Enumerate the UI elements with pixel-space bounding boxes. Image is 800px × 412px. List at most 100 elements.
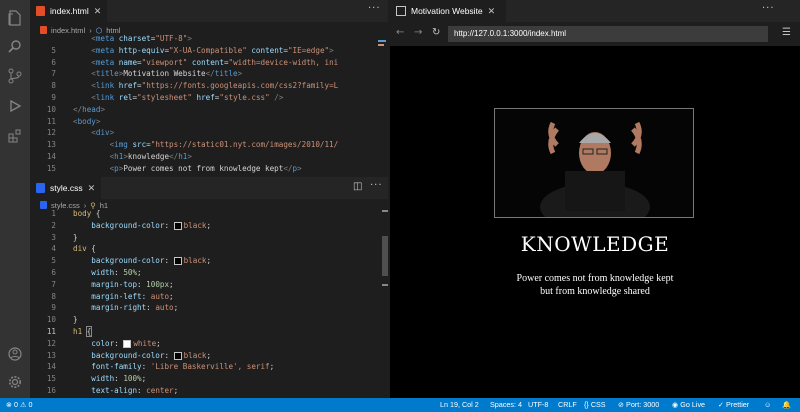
line-content[interactable]: width: 100%; <box>73 373 146 385</box>
css-code-view[interactable]: 1 body {2 background-color: black; 3} 4 div … <box>30 208 378 398</box>
more-actions-icon[interactable]: ··· <box>370 180 383 191</box>
go-live-button[interactable]: ◉ Go Live <box>672 398 705 412</box>
html-code-view[interactable]: <meta charset="UTF-8"> 5 <meta http-equiv… <box>30 33 378 176</box>
account-icon[interactable] <box>5 344 25 364</box>
line-number: 2 <box>51 220 56 230</box>
line-content[interactable]: margin-top: 100px; <box>73 279 173 291</box>
code-line[interactable]: 16 text-align: center; <box>30 385 378 397</box>
warning-icon: ⚠ <box>20 400 27 409</box>
code-line[interactable]: <meta charset="UTF-8"> <box>30 33 378 45</box>
line-content[interactable]: margin-right: auto; <box>73 302 178 314</box>
minimap[interactable] <box>378 36 388 56</box>
line-content[interactable]: <h1>knowledge</h1> <box>73 151 192 163</box>
close-icon[interactable]: ✕ <box>488 6 496 17</box>
line-content[interactable]: <img src="https://static01.nyt.com/image… <box>73 139 339 151</box>
code-line[interactable]: 10 </head> <box>30 104 378 116</box>
code-line[interactable]: 7 margin-top: 100px; <box>30 279 378 291</box>
more-actions-icon[interactable]: ··· <box>762 3 775 14</box>
go-live-label: Go Live <box>680 400 706 409</box>
code-line[interactable]: 9 <link rel="stylesheet" href="style.css… <box>30 92 378 104</box>
source-control-icon[interactable] <box>5 66 25 86</box>
language-mode[interactable]: {} CSS <box>584 398 606 412</box>
line-content[interactable]: } <box>73 232 78 244</box>
line-content[interactable]: div { <box>73 243 96 255</box>
search-icon[interactable] <box>5 36 25 56</box>
menu-icon[interactable]: ☰ <box>782 27 791 38</box>
line-content[interactable]: <div> <box>73 127 114 139</box>
code-line[interactable]: 14 <h1>knowledge</h1> <box>30 151 378 163</box>
code-line[interactable]: 8 margin-left: auto; <box>30 291 378 303</box>
indentation[interactable]: Spaces: 4 <box>490 398 522 412</box>
line-content[interactable]: background-color: black; <box>73 350 211 362</box>
code-line[interactable]: 2 background-color: black; <box>30 220 378 232</box>
code-line[interactable]: 3} <box>30 232 378 244</box>
line-content[interactable]: <link rel="stylesheet" href="style.css" … <box>73 92 283 104</box>
tab-index-html[interactable]: index.html ✕ <box>30 0 108 22</box>
code-line[interactable]: 11 h1 { <box>30 325 378 338</box>
line-content[interactable]: <title>Motivation Website</title> <box>73 68 242 80</box>
encoding[interactable]: UTF-8 <box>528 398 548 412</box>
code-line[interactable]: 10} <box>30 314 378 326</box>
more-actions-icon[interactable]: ··· <box>368 3 381 14</box>
line-content[interactable]: } <box>73 314 78 326</box>
cursor-position[interactable]: Ln 19, Col 2 <box>440 398 479 412</box>
line-content[interactable]: text-align: center; <box>73 385 178 397</box>
extensions-icon[interactable] <box>5 126 25 146</box>
tab-motivation-website[interactable]: Motivation Website ✕ <box>390 0 506 22</box>
line-number: 4 <box>51 244 56 254</box>
line-content[interactable]: <link href="https://fonts.googleapis.com… <box>73 80 338 92</box>
hero-image <box>494 108 694 218</box>
line-content[interactable]: color: white; <box>73 338 161 350</box>
forward-arrow-icon[interactable]: → <box>414 27 422 38</box>
line-content[interactable]: </head> <box>73 104 105 116</box>
back-arrow-icon[interactable]: ← <box>396 27 404 38</box>
code-line[interactable]: 14 font-family: 'Libre Baskerville', ser… <box>30 361 378 373</box>
code-line[interactable]: 7 <title>Motivation Website</title> <box>30 68 378 80</box>
code-line[interactable]: 15 <p>Power comes not from knowledge kep… <box>30 163 378 175</box>
settings-gear-icon[interactable] <box>5 372 25 392</box>
line-content[interactable]: background-color: black; <box>73 255 211 267</box>
code-line[interactable]: 12 color: white; <box>30 338 378 350</box>
close-icon[interactable]: ✕ <box>88 183 96 194</box>
line-content[interactable]: margin-left: auto; <box>73 291 173 303</box>
live-server-port[interactable]: ⊘ Port: 3000 <box>618 398 659 412</box>
code-line[interactable]: 5 <meta http-equiv="X-UA-Compatible" con… <box>30 45 378 57</box>
problems-indicator[interactable]: ⊗ 0 ⚠ 0 <box>6 398 32 412</box>
end-of-line[interactable]: CRLF <box>558 398 577 412</box>
line-content[interactable]: <body> <box>73 116 100 128</box>
explorer-icon[interactable] <box>5 8 25 28</box>
tab-style-css[interactable]: style.css ✕ <box>30 177 102 199</box>
notifications-bell-icon[interactable]: 🔔 <box>782 398 791 412</box>
code-line[interactable]: 11 <body> <box>30 116 378 128</box>
overview-ruler-mark <box>382 284 388 286</box>
code-line[interactable]: 5 background-color: black; <box>30 255 378 267</box>
code-line[interactable]: 13 <img src="https://static01.nyt.com/im… <box>30 139 378 151</box>
code-line[interactable]: 13 background-color: black; <box>30 350 378 362</box>
scrollbar-thumb[interactable] <box>382 236 388 276</box>
code-line[interactable]: 15 width: 100%; <box>30 373 378 385</box>
feedback-icon[interactable]: ☺ <box>764 398 771 412</box>
line-content[interactable]: width: 50%; <box>73 267 141 279</box>
line-content[interactable]: body { <box>73 208 100 220</box>
line-content[interactable]: <meta http-equiv="X-UA-Compatible" conte… <box>73 45 333 57</box>
code-line[interactable]: 4 div { <box>30 243 378 255</box>
run-debug-icon[interactable] <box>5 96 25 116</box>
line-content[interactable]: font-family: 'Libre Baskerville', serif; <box>73 361 274 373</box>
prettier-status[interactable]: ✓ Prettier <box>718 398 749 412</box>
code-line[interactable]: 8 <link href="https://fonts.googleapis.c… <box>30 80 378 92</box>
code-line[interactable]: 12 <div> <box>30 127 378 139</box>
line-content[interactable]: <p>Power comes not from knowledge kept</… <box>73 163 302 175</box>
url-input[interactable]: http://127.0.0.1:3000/index.html <box>448 26 768 42</box>
code-line[interactable]: 1 body { <box>30 208 378 220</box>
address-bar: ← → ↻ http://127.0.0.1:3000/index.html ☰ <box>390 22 800 46</box>
code-line[interactable]: 6 <meta name="viewport" content="width=d… <box>30 57 378 69</box>
line-content[interactable]: background-color: black; <box>73 220 211 232</box>
line-content[interactable]: <meta name="viewport" content="width=dev… <box>73 57 338 69</box>
split-editor-icon[interactable]: ◫ <box>353 181 362 192</box>
code-line[interactable]: 6 width: 50%; <box>30 267 378 279</box>
close-icon[interactable]: ✕ <box>94 6 102 17</box>
code-line[interactable]: 9 margin-right: auto; <box>30 302 378 314</box>
reload-icon[interactable]: ↻ <box>432 27 440 38</box>
line-content[interactable]: h1 { <box>73 325 93 338</box>
line-content[interactable]: <meta charset="UTF-8"> <box>73 33 192 45</box>
